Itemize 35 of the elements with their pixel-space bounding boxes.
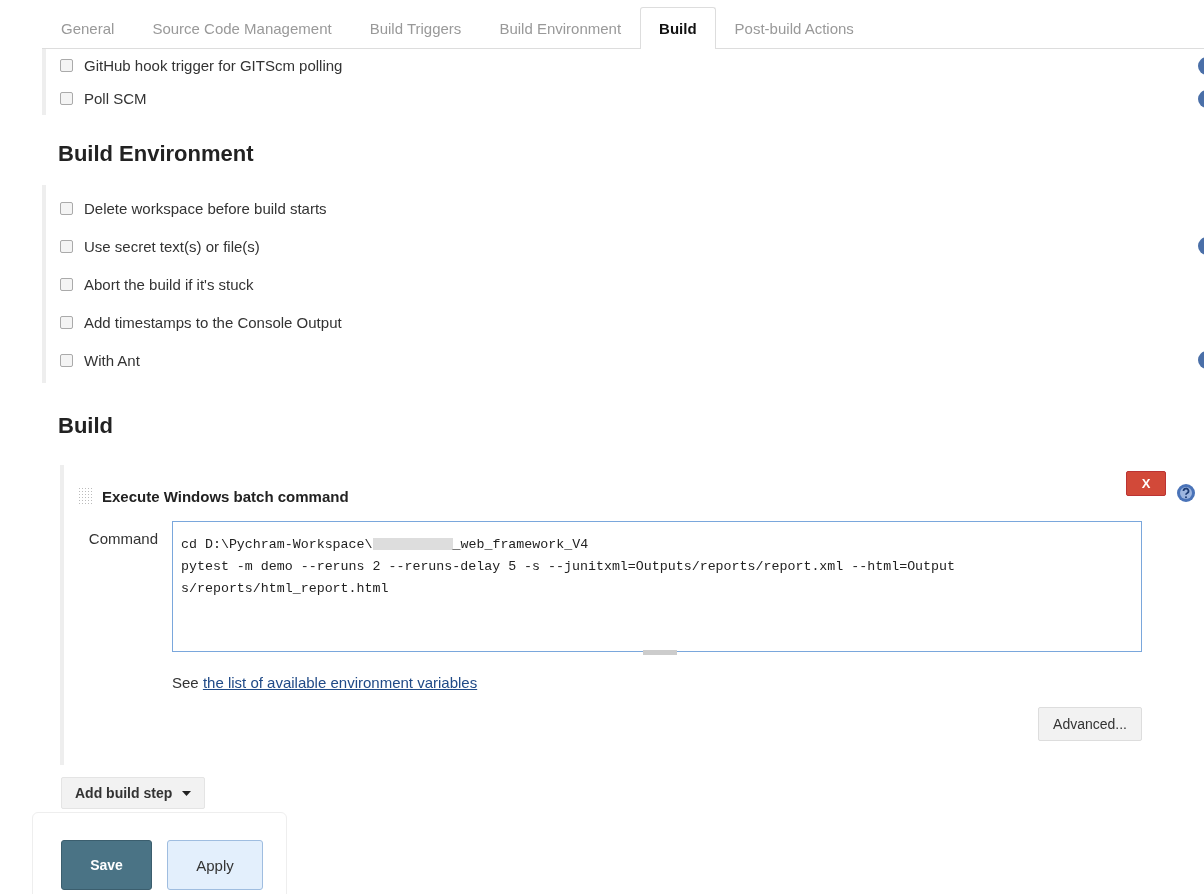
option-label: Use secret text(s) or file(s)	[84, 237, 260, 255]
resize-handle[interactable]	[643, 650, 677, 655]
option-label: Poll SCM	[84, 90, 147, 107]
add-build-step-button[interactable]: Add build step	[61, 777, 206, 809]
apply-button[interactable]: Apply	[167, 840, 263, 890]
delete-button[interactable]: X	[1126, 471, 1166, 496]
checkbox[interactable]	[60, 239, 73, 253]
checkbox[interactable]	[60, 59, 73, 72]
hint-text: See	[172, 674, 199, 691]
advanced-button[interactable]: Advanced...	[1038, 707, 1142, 741]
section-tab[interactable]: General	[42, 7, 134, 49]
section-tab[interactable]: Build	[640, 7, 716, 49]
step-title: Execute Windows batch command	[102, 487, 349, 505]
section-heading: Build	[58, 413, 114, 439]
help-icon[interactable]	[1176, 483, 1196, 503]
save-button[interactable]: Save	[61, 840, 152, 890]
section-tab[interactable]: Build Environment	[480, 7, 641, 49]
command-textarea[interactable]: cd D:\Pychram-Workspace\ _web_framework_V4 pytest -m demo --reruns 2 --reruns-delay 5 -s --junitxml=Outputs/reports/report.xml --html=Output s/reports/html_report.html	[172, 521, 1142, 652]
option-label: Abort the build if it's stuck	[84, 275, 254, 293]
checkbox[interactable]	[60, 353, 73, 367]
checkbox[interactable]	[60, 201, 73, 215]
field-label: Command	[87, 529, 159, 549]
section-tab[interactable]: Build Triggers	[350, 7, 481, 49]
section-tab[interactable]: Source Code Management	[133, 7, 351, 49]
checkbox[interactable]	[60, 92, 73, 105]
option-label: Delete workspace before build starts	[84, 199, 327, 217]
section-tab[interactable]: Post-build Actions	[715, 7, 873, 49]
option-label: Add timestamps to the Console Output	[84, 313, 342, 331]
section-heading: Build Environment	[58, 141, 255, 167]
option-label: With Ant	[84, 351, 140, 369]
option-label: GitHub hook trigger for GITScm polling	[84, 57, 343, 74]
checkbox[interactable]	[60, 315, 73, 329]
caret-icon	[182, 790, 192, 796]
checkbox[interactable]	[60, 277, 73, 291]
environment-variables-link[interactable]: the list of available environment variables	[202, 674, 478, 691]
